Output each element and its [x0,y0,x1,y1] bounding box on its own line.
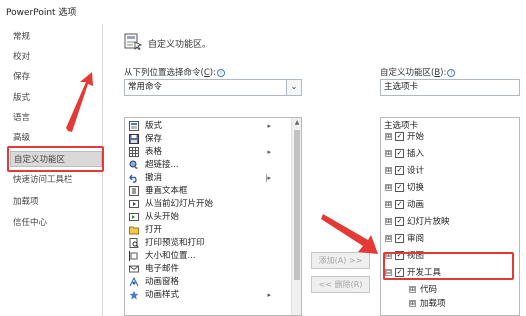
annotation-arrows [66,72,378,254]
arrow-to-developer-icon [321,214,378,254]
arrow-to-nav-icon [66,72,93,132]
